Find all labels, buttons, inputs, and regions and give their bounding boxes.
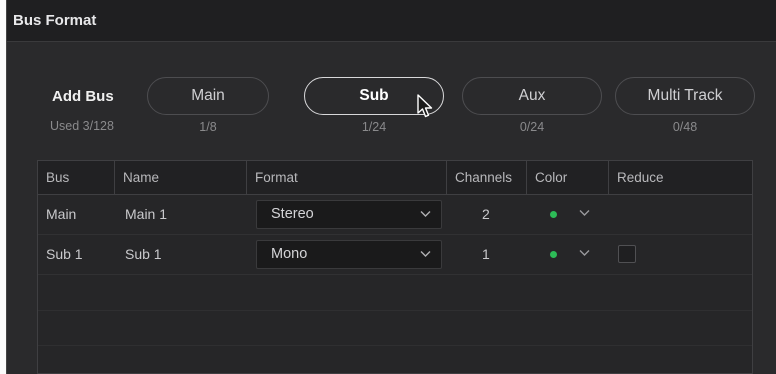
format-value: Stereo bbox=[271, 206, 314, 222]
format-select[interactable]: Stereo bbox=[256, 200, 442, 229]
add-multi-track-bus-label: Multi Track bbox=[647, 87, 723, 104]
title-bar: Bus Format bbox=[7, 0, 776, 42]
pointer-cursor-icon bbox=[417, 94, 433, 118]
column-header-format: Format bbox=[246, 161, 446, 194]
add-aux-bus-button[interactable]: Aux bbox=[462, 77, 602, 115]
name-cell[interactable]: Sub 1 bbox=[125, 235, 162, 274]
multi-track-bus-count: 0/48 bbox=[672, 120, 698, 134]
column-header-reduce: Reduce bbox=[608, 161, 754, 194]
add-aux-bus-label: Aux bbox=[518, 87, 546, 104]
window-title: Bus Format bbox=[13, 12, 97, 29]
column-header-name: Name bbox=[114, 161, 246, 194]
empty-row bbox=[38, 275, 752, 311]
column-header-bus: Bus bbox=[46, 170, 70, 185]
format-value: Mono bbox=[271, 246, 308, 262]
column-header-color: Color bbox=[526, 161, 608, 194]
bus-cell: Sub 1 bbox=[46, 246, 83, 262]
add-main-bus-label: Main bbox=[191, 87, 225, 104]
sub-bus-count: 1/24 bbox=[361, 120, 387, 134]
table-row[interactable]: Sub 1 Sub 1 Mono 1 bbox=[38, 235, 752, 275]
chevron-down-icon[interactable] bbox=[579, 249, 590, 257]
empty-row bbox=[38, 310, 752, 346]
bus-table: Bus Name Format Channels Color Reduce Ma… bbox=[37, 160, 753, 374]
main-bus-count: 1/8 bbox=[199, 120, 217, 134]
bus-format-window: Bus Format Add Bus Used 3/128 Main 1/8 S… bbox=[6, 0, 776, 374]
add-sub-bus-label: Sub bbox=[359, 87, 389, 104]
used-count-label: Used 3/128 bbox=[50, 119, 114, 133]
empty-row bbox=[38, 345, 752, 374]
chevron-down-icon bbox=[420, 251, 431, 257]
color-dot-icon[interactable] bbox=[550, 211, 557, 218]
aux-bus-count: 0/24 bbox=[519, 120, 545, 134]
table-header: Bus Name Format Channels Color Reduce bbox=[38, 161, 752, 195]
chevron-down-icon bbox=[420, 211, 431, 217]
table-row[interactable]: Main Main 1 Stereo 2 bbox=[38, 195, 752, 235]
add-main-bus-button[interactable]: Main bbox=[147, 77, 269, 115]
reduce-checkbox[interactable] bbox=[618, 245, 636, 263]
color-dot-icon[interactable] bbox=[550, 251, 557, 258]
column-header-channels: Channels bbox=[446, 161, 526, 194]
channels-cell: 2 bbox=[482, 206, 490, 222]
chevron-down-icon[interactable] bbox=[579, 209, 590, 217]
channels-cell: 1 bbox=[482, 246, 490, 262]
name-cell[interactable]: Main 1 bbox=[125, 195, 167, 234]
add-multi-track-bus-button[interactable]: Multi Track bbox=[615, 77, 755, 115]
format-select[interactable]: Mono bbox=[256, 240, 442, 269]
add-bus-label: Add Bus bbox=[52, 88, 114, 105]
bus-cell: Main bbox=[46, 206, 77, 222]
